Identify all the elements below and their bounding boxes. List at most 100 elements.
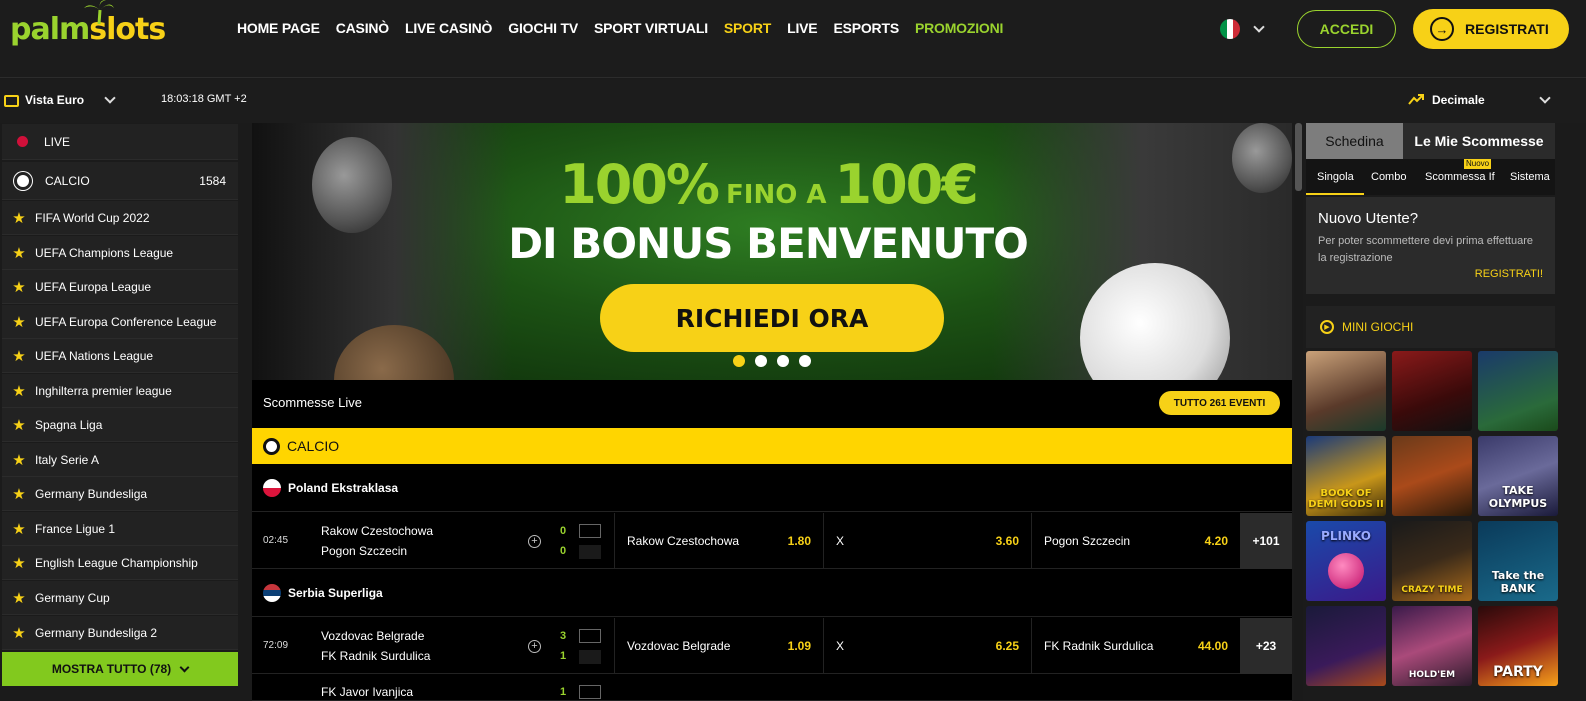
italy-flag-icon[interactable] xyxy=(1220,19,1240,39)
carousel-dot[interactable] xyxy=(733,355,745,367)
promo-banner[interactable]: 100% FINO A 100€ DI BONUS BENVENUTO RICH… xyxy=(252,123,1292,380)
sidebar-league[interactable]: ★ Germany Bundesliga xyxy=(2,477,238,511)
nav-promozioni[interactable]: PROMOZIONI xyxy=(915,20,1003,36)
star-icon: ★ xyxy=(12,624,26,642)
pitch-icon[interactable] xyxy=(579,685,601,699)
sidebar-league[interactable]: ★ Inghilterra premier league xyxy=(2,374,238,408)
mini-games-header[interactable]: ▶ MINI GIOCHI xyxy=(1306,306,1555,348)
odd-button-home[interactable]: Vozdovac Belgrade 1.09 xyxy=(614,618,823,674)
odd-label: X xyxy=(836,534,845,548)
sidebar-league[interactable]: ★ UEFA Nations League xyxy=(2,339,238,373)
sidebar-live-label: LIVE xyxy=(44,134,71,149)
nav-home[interactable]: HOME PAGE xyxy=(237,20,320,36)
mini-games-title: MINI GIOCHI xyxy=(1342,320,1414,334)
sidebar-league[interactable]: ★ Italy Serie A xyxy=(2,443,238,477)
sidebar-league[interactable]: ★ Germany Cup xyxy=(2,581,238,615)
odd-value: 1.09 xyxy=(787,639,811,653)
pitch-icon[interactable] xyxy=(579,629,601,643)
carousel-dot[interactable] xyxy=(799,355,811,367)
game-tile-label: Take the BANK xyxy=(1491,569,1545,595)
carousel-dot[interactable] xyxy=(777,355,789,367)
odd-label: X xyxy=(836,639,845,653)
sidebar-calcio[interactable]: CALCIO 1584 xyxy=(2,162,238,200)
game-tile[interactable]: Take the BANK xyxy=(1478,521,1558,601)
nav-sport-virtuali[interactable]: SPORT VIRTUALI xyxy=(594,20,708,36)
add-favorite-icon[interactable]: + xyxy=(528,535,541,548)
game-tile[interactable]: PARTY xyxy=(1478,606,1558,686)
score-home: 3 xyxy=(560,630,567,642)
odd-value: 1.80 xyxy=(787,534,811,548)
main-scrollbar[interactable] xyxy=(1294,123,1303,701)
live-bets-header xyxy=(252,380,1292,428)
sidebar-league[interactable]: ★ FIFA World Cup 2022 xyxy=(2,201,238,235)
tab-my-bets[interactable]: Le Mie Scommesse xyxy=(1403,123,1555,159)
nav-esports[interactable]: ESPORTS xyxy=(833,20,899,36)
sidebar-live[interactable]: LIVE xyxy=(2,124,238,160)
score-away: 0 xyxy=(560,545,567,557)
nav-giochi-tv[interactable]: GIOCHI TV xyxy=(508,20,578,36)
sidebar-league-label: FIFA World Cup 2022 xyxy=(35,210,150,225)
away-team[interactable]: Pogon Szczecin xyxy=(321,544,407,558)
sidebar-league[interactable]: ★ Germany Bundesliga 2 xyxy=(2,616,238,650)
game-tile-label: TAKE OLYMPUS xyxy=(1488,484,1548,510)
register-link[interactable]: REGISTRATI! xyxy=(1475,268,1543,280)
nav-live-casino[interactable]: LIVE CASINÒ xyxy=(405,20,492,36)
odd-button-draw[interactable]: X 3.60 xyxy=(823,513,1031,569)
odd-button-away[interactable]: FK Radnik Surdulica 44.00 xyxy=(1031,618,1240,674)
sport-header-calcio[interactable]: CALCIO xyxy=(252,428,1292,464)
game-tile[interactable] xyxy=(1392,436,1472,516)
tab-betslip[interactable]: Schedina xyxy=(1306,123,1403,159)
language-chevron-down-icon[interactable] xyxy=(1253,21,1265,33)
game-tile[interactable] xyxy=(1392,351,1472,431)
sidebar-league[interactable]: ★ Spagna Liga xyxy=(2,408,238,442)
odds-format-select[interactable]: Decimale xyxy=(1432,93,1485,107)
game-tile[interactable]: TAKE OLYMPUS xyxy=(1478,436,1558,516)
more-markets-button[interactable]: +23 xyxy=(1240,618,1292,674)
sidebar-league[interactable]: ★ English League Championship xyxy=(2,546,238,580)
game-tile[interactable] xyxy=(1306,606,1386,686)
login-button[interactable]: ACCEDI xyxy=(1297,10,1396,48)
pitch-icon[interactable] xyxy=(579,524,601,538)
odd-button-home[interactable]: Rakow Czestochowa 1.80 xyxy=(614,513,823,569)
away-team[interactable]: FK Radnik Surdulica xyxy=(321,649,430,663)
match-time: 02:45 xyxy=(263,535,289,546)
game-tile[interactable]: PLINKO xyxy=(1306,521,1386,601)
sidebar-league[interactable]: ★ UEFA Europa Conference League xyxy=(2,305,238,339)
subtab-sistema[interactable]: Sistema xyxy=(1510,171,1550,183)
claim-now-button[interactable]: RICHIEDI ORA xyxy=(600,284,944,352)
scrollbar-thumb[interactable] xyxy=(1295,123,1302,191)
game-tile[interactable] xyxy=(1478,351,1558,431)
more-markets-button[interactable]: +101 xyxy=(1240,513,1292,569)
nav-casino[interactable]: CASINÒ xyxy=(336,20,389,36)
add-favorite-icon[interactable]: + xyxy=(528,640,541,653)
game-tile[interactable]: BOOK OF DEMI GODS II xyxy=(1306,436,1386,516)
sidebar-league[interactable]: ★ UEFA Champions League xyxy=(2,236,238,270)
sidebar-league[interactable]: ★ UEFA Europa League xyxy=(2,270,238,304)
all-events-button[interactable]: TUTTO 261 EVENTI xyxy=(1159,391,1280,415)
view-mode-icon xyxy=(4,95,19,107)
subtab-scommessa-if[interactable]: Scommessa If xyxy=(1425,171,1495,183)
carousel-dot[interactable] xyxy=(755,355,767,367)
game-tile[interactable]: CRAZY TIME xyxy=(1392,521,1472,601)
sidebar-calcio-label: CALCIO xyxy=(45,173,90,188)
odd-button-draw[interactable]: X 6.25 xyxy=(823,618,1031,674)
game-tile[interactable] xyxy=(1306,351,1386,431)
star-icon: ★ xyxy=(12,209,26,227)
show-all-button[interactable]: MOSTRA TUTTO (78) xyxy=(2,652,238,686)
nav-live[interactable]: LIVE xyxy=(787,20,818,36)
home-team[interactable]: Vozdovac Belgrade xyxy=(321,629,424,643)
sidebar-league[interactable]: ★ France Ligue 1 xyxy=(2,512,238,546)
game-tile[interactable]: HOLD'EM xyxy=(1392,606,1472,686)
view-mode-select[interactable]: Vista Euro xyxy=(25,93,84,107)
odd-button-away[interactable]: Pogon Szczecin 4.20 xyxy=(1031,513,1240,569)
subtab-combo[interactable]: Combo xyxy=(1371,171,1406,183)
player-head-left xyxy=(312,137,392,233)
nav-sport[interactable]: SPORT xyxy=(724,20,771,36)
subtab-singola[interactable]: Singola xyxy=(1317,171,1354,183)
score-away: 1 xyxy=(560,650,567,662)
home-team[interactable]: FK Javor Ivanjica xyxy=(321,685,413,699)
home-team[interactable]: Rakow Czestochowa xyxy=(321,524,433,538)
banner-fino: FINO A xyxy=(726,180,827,210)
register-button[interactable]: → REGISTRATI xyxy=(1413,9,1569,49)
new-badge: Nuovo xyxy=(1464,159,1492,169)
